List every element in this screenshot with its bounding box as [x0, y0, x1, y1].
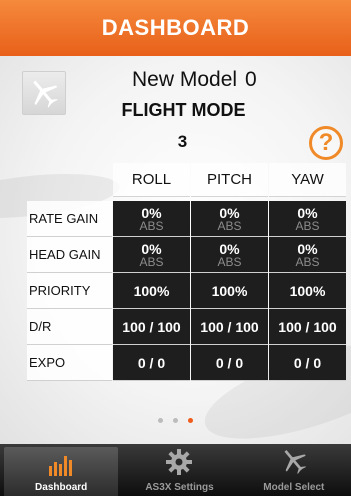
table-cell[interactable]: 100%: [113, 273, 190, 309]
help-glyph: ?: [318, 129, 334, 156]
dashboard-content: New Model 0 FLIGHT MODE 3 ? ROLL PITCH YAW R…: [0, 56, 351, 444]
cell-mode: ABS: [139, 254, 164, 269]
table-cell[interactable]: 0% ABS: [269, 201, 346, 237]
table-cell[interactable]: 0 / 0: [113, 345, 190, 381]
cell-value: 100 / 100: [200, 318, 259, 335]
tab-as3x-settings[interactable]: AS3X Settings: [122, 444, 236, 496]
table-cell[interactable]: 100%: [191, 273, 268, 309]
tab-dashboard[interactable]: Dashboard: [4, 447, 119, 496]
table-cell[interactable]: 0% ABS: [113, 201, 190, 237]
cell-value: 0%: [141, 240, 162, 257]
cell-value: 0%: [297, 240, 318, 257]
table-cell[interactable]: 0 / 0: [269, 345, 346, 381]
gear-icon: [165, 448, 193, 482]
cell-value: 100 / 100: [122, 318, 181, 335]
cell-value: 0%: [219, 204, 240, 221]
cell-value: 0 / 0: [293, 354, 322, 371]
cell-value: 100%: [289, 282, 326, 299]
model-name: New Model 0: [132, 68, 257, 92]
cell-value: 0%: [297, 204, 318, 221]
page-indicator[interactable]: [0, 418, 351, 423]
page-dot-1[interactable]: [158, 418, 163, 423]
airplane-icon: [279, 446, 309, 482]
page-title: DASHBOARD: [101, 15, 250, 40]
table-cell[interactable]: 0 / 0: [191, 345, 268, 381]
table-cell[interactable]: 0% ABS: [113, 237, 190, 273]
page-dot-2[interactable]: [173, 418, 178, 423]
row-label: HEAD GAIN: [27, 237, 112, 273]
table-cell[interactable]: 0% ABS: [269, 237, 346, 273]
cell-mode: ABS: [295, 254, 320, 269]
column-header-roll: ROLL: [113, 163, 190, 197]
table-cell[interactable]: 0% ABS: [191, 237, 268, 273]
table-cell[interactable]: 100%: [269, 273, 346, 309]
cell-value: 100%: [133, 282, 170, 299]
model-name-text: New Model: [132, 68, 238, 91]
cell-value: 100 / 100: [278, 318, 337, 335]
cell-value: 100%: [211, 282, 248, 299]
tab-label: Dashboard: [35, 482, 88, 493]
tab-label: Model Select: [263, 482, 325, 493]
cell-value: 0%: [219, 240, 240, 257]
row-label: PRIORITY: [27, 273, 112, 309]
flight-mode-value: 3: [177, 132, 188, 151]
cell-mode: ABS: [295, 218, 320, 233]
cell-mode: ABS: [217, 218, 242, 233]
table-corner: [27, 163, 112, 197]
table-cell[interactable]: 0% ABS: [191, 201, 268, 237]
cell-mode: ABS: [139, 218, 164, 233]
column-header-pitch: PITCH: [191, 163, 268, 197]
cell-value: 0 / 0: [137, 354, 166, 371]
row-label: RATE GAIN: [27, 201, 112, 237]
page-dot-3[interactable]: [188, 418, 193, 423]
table-cell[interactable]: 100 / 100: [113, 309, 190, 345]
help-icon[interactable]: ?: [309, 126, 343, 160]
cell-mode: ABS: [217, 254, 242, 269]
flight-mode-label: FLIGHT MODE: [121, 100, 246, 120]
bar-chart-icon: [46, 452, 76, 482]
row-label: EXPO: [27, 345, 112, 381]
cell-value: 0 / 0: [215, 354, 244, 371]
cell-value: 0%: [141, 204, 162, 221]
header-bar: DASHBOARD: [0, 0, 351, 56]
tab-model-select[interactable]: Model Select: [237, 444, 351, 496]
model-number: 0: [245, 68, 257, 91]
table-cell[interactable]: 100 / 100: [269, 309, 346, 345]
row-label: D/R: [27, 309, 112, 345]
tab-bar: Dashboard AS3X Settings Model Select: [0, 444, 351, 496]
column-header-yaw: YAW: [269, 163, 346, 197]
table-cell[interactable]: 100 / 100: [191, 309, 268, 345]
settings-table: ROLL PITCH YAW RATE GAIN 0% ABS 0% ABS 0% ABS HEAD…: [27, 163, 346, 381]
tab-label: AS3X Settings: [145, 482, 214, 493]
